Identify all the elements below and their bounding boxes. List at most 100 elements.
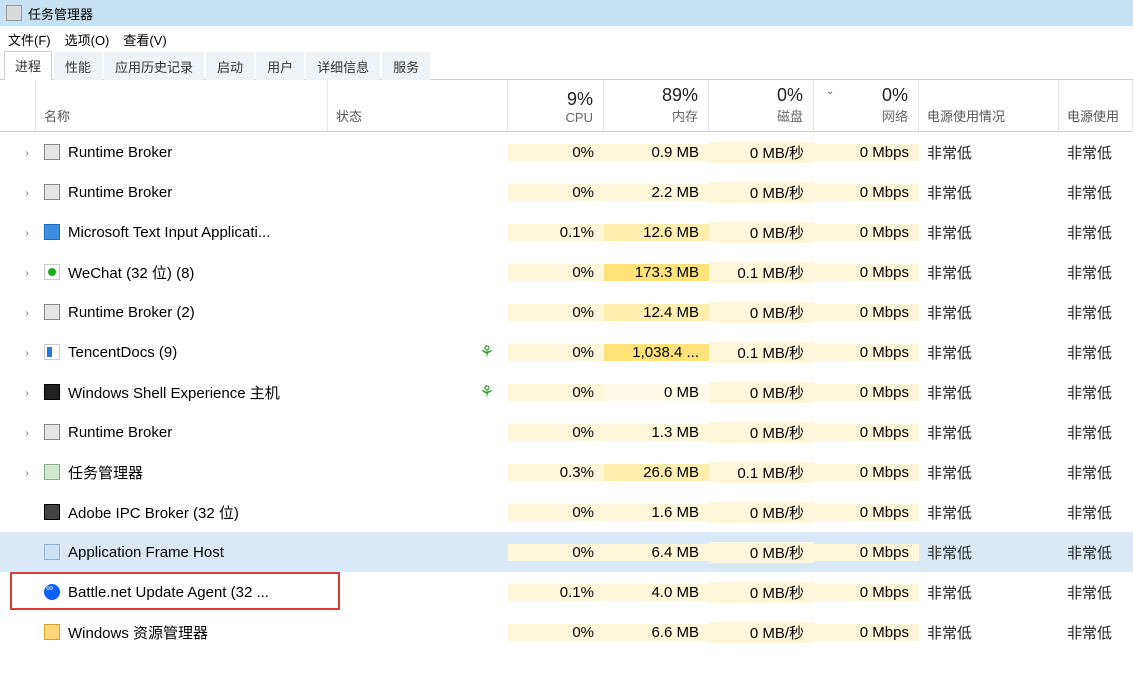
chevron-right-icon[interactable]: › bbox=[20, 467, 34, 481]
network-cell: 0 Mbps bbox=[814, 384, 919, 401]
chevron-right-icon[interactable]: › bbox=[20, 307, 34, 321]
name-cell: Battle.net Update Agent (32 ... bbox=[36, 584, 328, 601]
power-cell: 非常低 bbox=[919, 542, 1059, 563]
tab-2[interactable]: 应用历史记录 bbox=[104, 52, 204, 80]
header-disk[interactable]: 0% 磁盘 bbox=[709, 80, 814, 131]
header-mem-label: 内存 bbox=[612, 106, 698, 125]
table-header: 名称 状态 9% CPU 89% 内存 0% 磁盘 ⌄ 0% 网络 电源使用情况… bbox=[0, 80, 1133, 132]
disk-cell: 0 MB/秒 bbox=[709, 222, 814, 243]
table-row[interactable]: ›Runtime Broker0%1.3 MB0 MB/秒0 Mbps非常低非常… bbox=[0, 412, 1133, 452]
process-name: Runtime Broker (2) bbox=[68, 304, 195, 321]
process-name: Runtime Broker bbox=[68, 424, 172, 441]
header-power-trend[interactable]: 电源使用 bbox=[1059, 80, 1133, 131]
tab-1[interactable]: 性能 bbox=[54, 52, 102, 80]
table-row[interactable]: Battle.net Update Agent (32 ...0.1%4.0 M… bbox=[0, 572, 1133, 612]
tab-5[interactable]: 详细信息 bbox=[306, 52, 380, 80]
chevron-right-icon[interactable]: › bbox=[20, 347, 34, 361]
menu-view[interactable]: 查看(V) bbox=[123, 30, 166, 49]
cpu-cell: 0% bbox=[508, 384, 604, 401]
power-cell: 非常低 bbox=[919, 422, 1059, 443]
power-trend-cell: 非常低 bbox=[1059, 382, 1133, 403]
header-name[interactable]: 名称 bbox=[36, 80, 328, 131]
name-cell: Runtime Broker (2) bbox=[36, 304, 328, 321]
menu-options[interactable]: 选项(O) bbox=[65, 30, 110, 49]
table-row[interactable]: ›Microsoft Text Input Applicati...0.1%12… bbox=[0, 212, 1133, 252]
power-cell: 非常低 bbox=[919, 222, 1059, 243]
header-name-label: 名称 bbox=[44, 106, 317, 125]
network-cell: 0 Mbps bbox=[814, 344, 919, 361]
table-row[interactable]: ›TencentDocs (9)⚘0%1,038.4 ...0.1 MB/秒0 … bbox=[0, 332, 1133, 372]
menu-file[interactable]: 文件(F) bbox=[8, 30, 51, 49]
header-net-pct: 0% bbox=[822, 85, 908, 106]
chevron-right-icon[interactable]: › bbox=[20, 227, 34, 241]
process-name: Adobe IPC Broker (32 位) bbox=[68, 502, 239, 523]
process-name: Runtime Broker bbox=[68, 184, 172, 201]
header-power[interactable]: 电源使用情况 bbox=[919, 80, 1059, 131]
header-mem-pct: 89% bbox=[612, 85, 698, 106]
tab-6[interactable]: 服务 bbox=[382, 52, 430, 80]
expander-cell[interactable]: › bbox=[0, 303, 36, 321]
sort-indicator-icon: ⌄ bbox=[826, 86, 834, 97]
process-icon bbox=[44, 304, 60, 320]
expander-cell[interactable]: › bbox=[0, 463, 36, 481]
process-icon bbox=[44, 544, 60, 560]
table-row[interactable]: Adobe IPC Broker (32 位)0%1.6 MB0 MB/秒0 M… bbox=[0, 492, 1133, 532]
name-cell: 任务管理器 bbox=[36, 462, 328, 483]
power-cell: 非常低 bbox=[919, 582, 1059, 603]
header-state[interactable]: 状态 bbox=[328, 80, 508, 131]
memory-cell: 0 MB bbox=[604, 384, 709, 401]
power-trend-cell: 非常低 bbox=[1059, 582, 1133, 603]
table-row[interactable]: Windows 资源管理器0%6.6 MB0 MB/秒0 Mbps非常低非常低 bbox=[0, 612, 1133, 652]
process-name: WeChat (32 位) (8) bbox=[68, 262, 194, 283]
expander-cell[interactable]: › bbox=[0, 263, 36, 281]
network-cell: 0 Mbps bbox=[814, 504, 919, 521]
process-icon bbox=[44, 384, 60, 400]
table-row[interactable]: ›WeChat (32 位) (8)0%173.3 MB0.1 MB/秒0 Mb… bbox=[0, 252, 1133, 292]
chevron-right-icon[interactable]: › bbox=[20, 147, 34, 161]
tab-3[interactable]: 启动 bbox=[206, 52, 254, 80]
process-icon bbox=[44, 224, 60, 240]
expander-cell[interactable]: › bbox=[0, 183, 36, 201]
power-trend-cell: 非常低 bbox=[1059, 222, 1133, 243]
tabstrip: 进程性能应用历史记录启动用户详细信息服务 bbox=[0, 52, 1133, 80]
expander-cell[interactable]: › bbox=[0, 423, 36, 441]
chevron-right-icon[interactable]: › bbox=[20, 387, 34, 401]
table-row[interactable]: ›Runtime Broker0%0.9 MB0 MB/秒0 Mbps非常低非常… bbox=[0, 132, 1133, 172]
network-cell: 0 Mbps bbox=[814, 544, 919, 561]
memory-cell: 26.6 MB bbox=[604, 464, 709, 481]
name-cell: Microsoft Text Input Applicati... bbox=[36, 224, 328, 241]
cpu-cell: 0% bbox=[508, 504, 604, 521]
network-cell: 0 Mbps bbox=[814, 144, 919, 161]
network-cell: 0 Mbps bbox=[814, 464, 919, 481]
expander-cell[interactable]: › bbox=[0, 143, 36, 161]
power-cell: 非常低 bbox=[919, 462, 1059, 483]
disk-cell: 0.1 MB/秒 bbox=[709, 462, 814, 483]
process-icon bbox=[44, 184, 60, 200]
tab-4[interactable]: 用户 bbox=[256, 52, 304, 80]
cpu-cell: 0% bbox=[508, 264, 604, 281]
disk-cell: 0 MB/秒 bbox=[709, 382, 814, 403]
table-row[interactable]: ›Runtime Broker (2)0%12.4 MB0 MB/秒0 Mbps… bbox=[0, 292, 1133, 332]
disk-cell: 0 MB/秒 bbox=[709, 422, 814, 443]
expander-cell[interactable]: › bbox=[0, 223, 36, 241]
expander-cell[interactable]: › bbox=[0, 383, 36, 401]
power-trend-cell: 非常低 bbox=[1059, 342, 1133, 363]
memory-cell: 173.3 MB bbox=[604, 264, 709, 281]
header-power-trend-label: 电源使用 bbox=[1067, 106, 1122, 125]
expander-cell[interactable]: › bbox=[0, 343, 36, 361]
table-row[interactable]: Application Frame Host0%6.4 MB0 MB/秒0 Mb… bbox=[0, 532, 1133, 572]
tab-0[interactable]: 进程 bbox=[4, 51, 52, 80]
titlebar[interactable]: 任务管理器 bbox=[0, 0, 1133, 26]
cpu-cell: 0% bbox=[508, 344, 604, 361]
table-row[interactable]: ›任务管理器0.3%26.6 MB0.1 MB/秒0 Mbps非常低非常低 bbox=[0, 452, 1133, 492]
memory-cell: 6.6 MB bbox=[604, 624, 709, 641]
header-network[interactable]: ⌄ 0% 网络 bbox=[814, 80, 919, 131]
chevron-right-icon[interactable]: › bbox=[20, 267, 34, 281]
table-row[interactable]: ›Runtime Broker0%2.2 MB0 MB/秒0 Mbps非常低非常… bbox=[0, 172, 1133, 212]
chevron-right-icon[interactable]: › bbox=[20, 187, 34, 201]
header-cpu[interactable]: 9% CPU bbox=[508, 80, 604, 131]
header-memory[interactable]: 89% 内存 bbox=[604, 80, 709, 131]
power-trend-cell: 非常低 bbox=[1059, 422, 1133, 443]
chevron-right-icon[interactable]: › bbox=[20, 427, 34, 441]
table-row[interactable]: ›Windows Shell Experience 主机⚘0%0 MB0 MB/… bbox=[0, 372, 1133, 412]
